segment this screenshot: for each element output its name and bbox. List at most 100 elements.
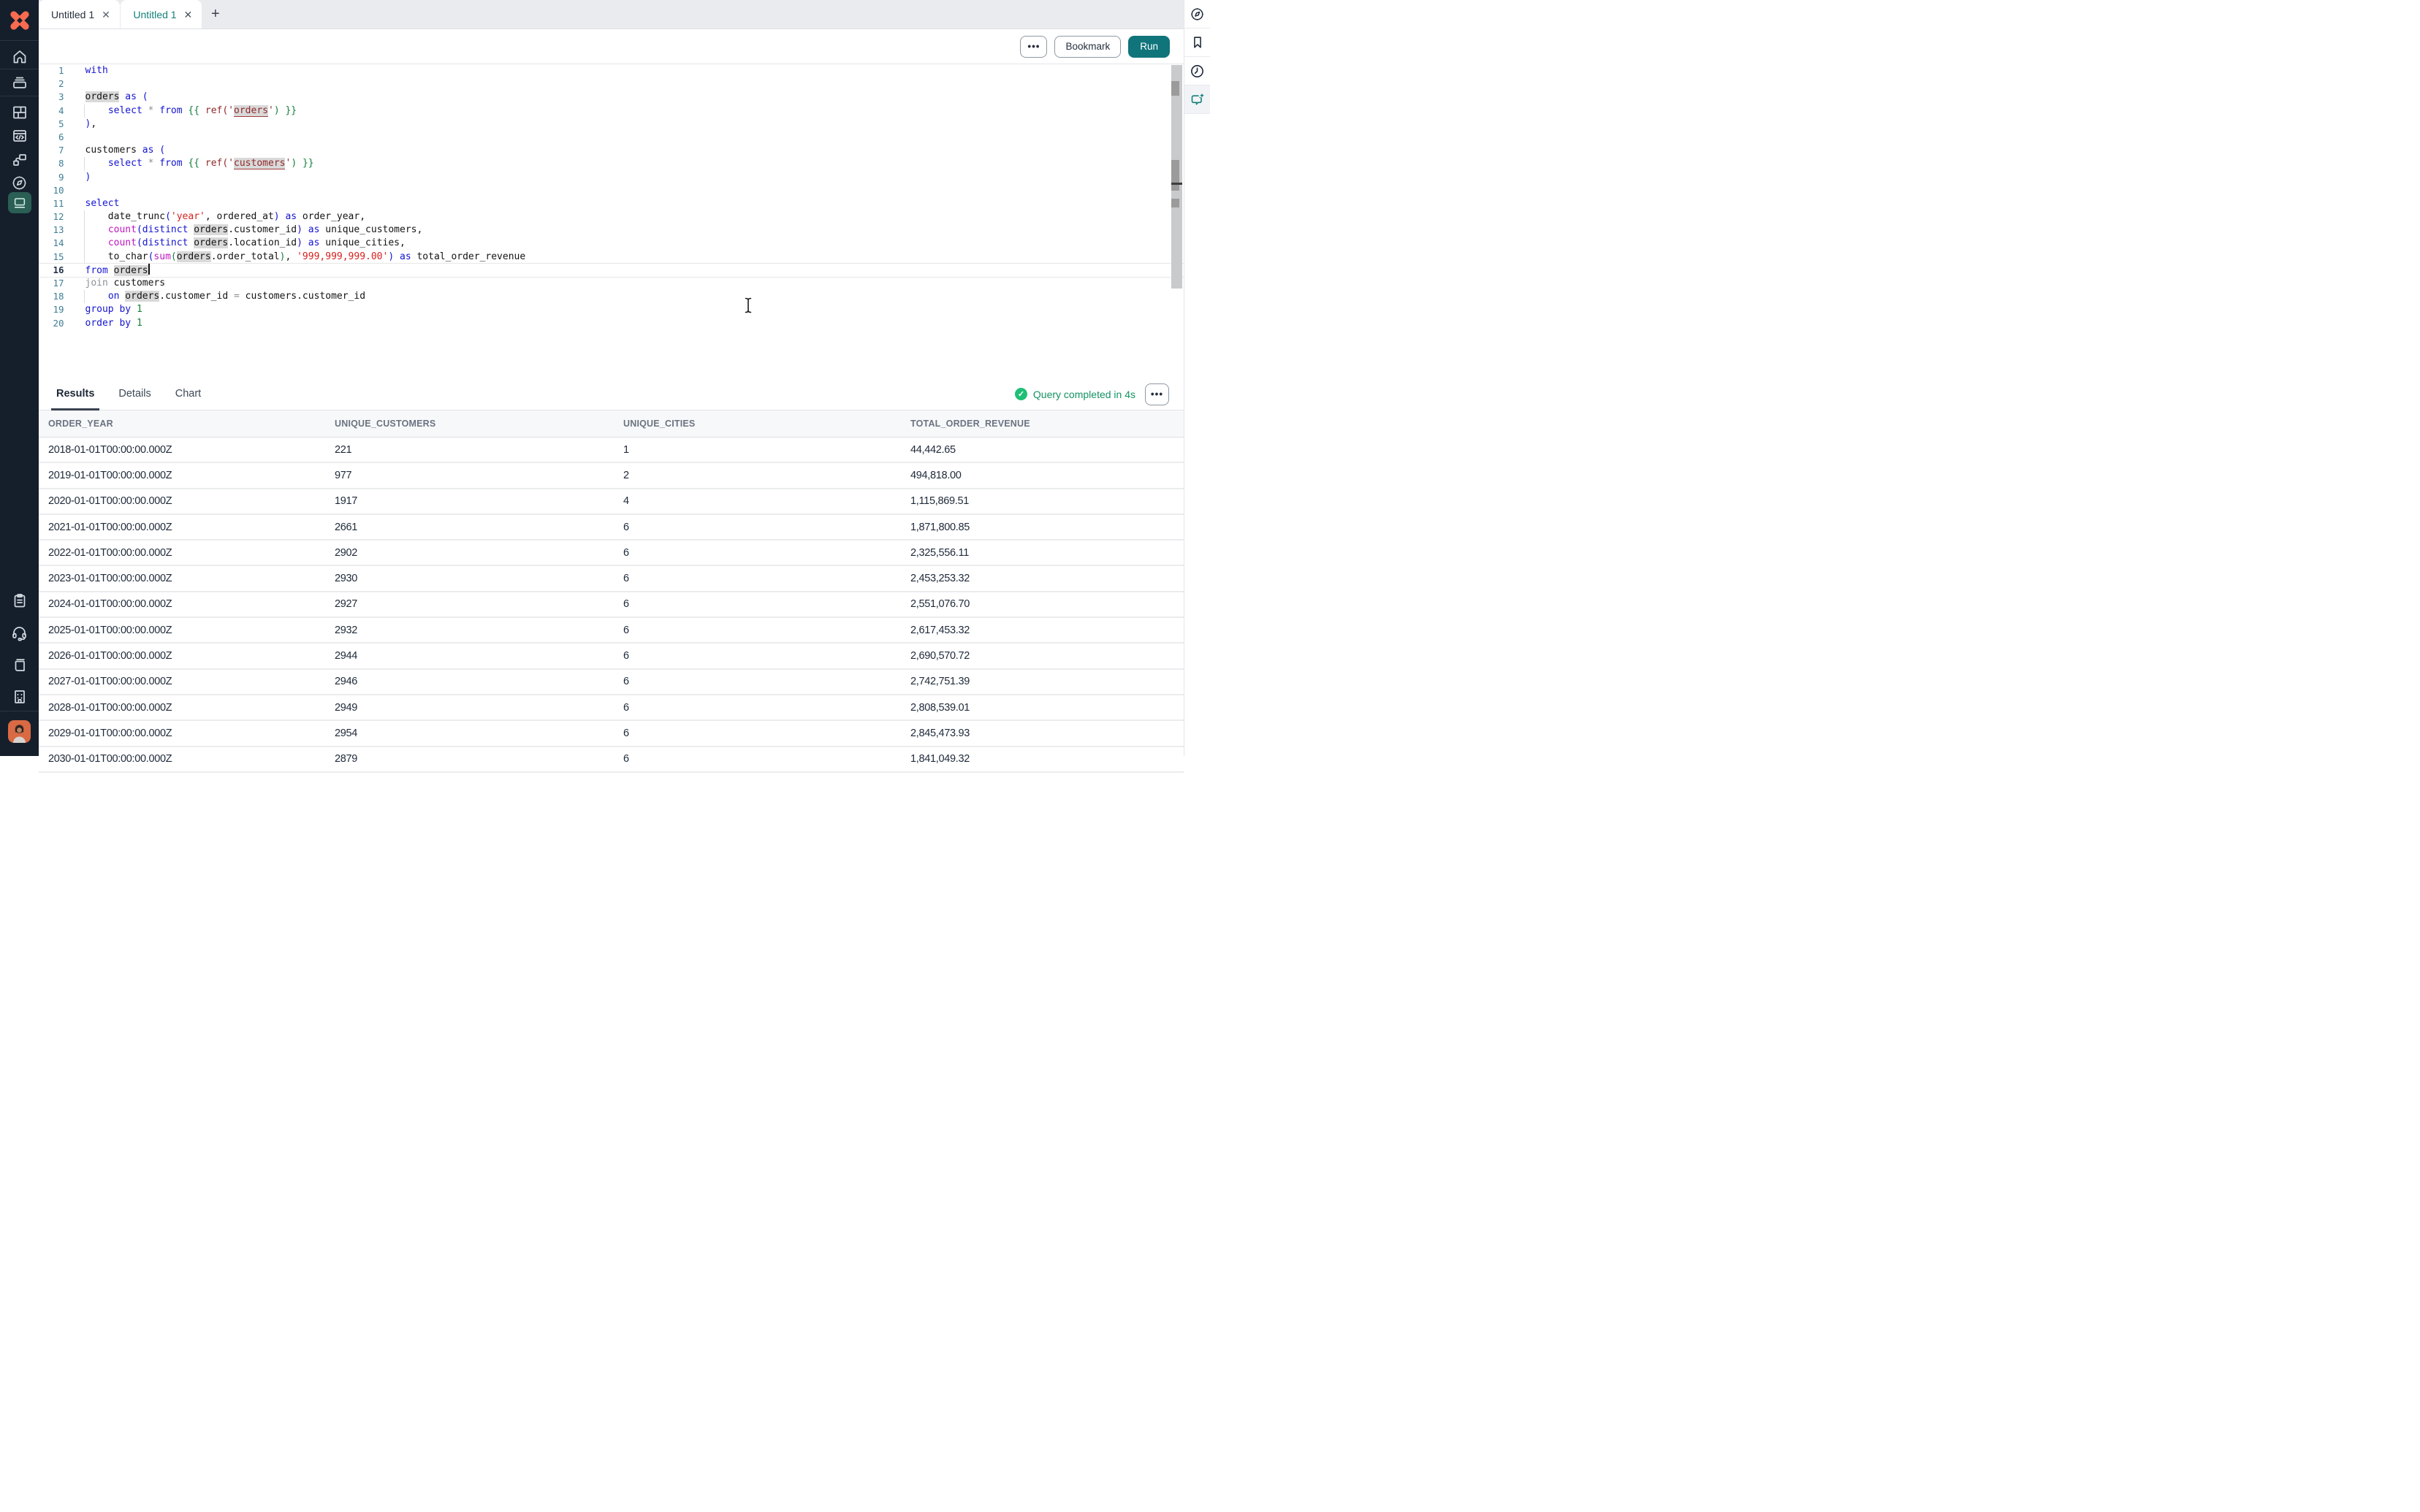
code-line-14[interactable]: 14 count(distinct orders.location_id) as… xyxy=(39,237,1184,250)
table-cell: 2,453,253.32 xyxy=(901,573,1184,584)
line-number: 7 xyxy=(39,144,64,157)
table-cell: 494,818.00 xyxy=(901,470,1184,481)
code-line-18[interactable]: 18 on orders.customer_id = customers.cus… xyxy=(39,290,1184,303)
code-line-17[interactable]: 17join customers xyxy=(39,277,1184,290)
table-row[interactable]: 2021-01-01T00:00:00.000Z266161,871,800.8… xyxy=(39,515,1184,541)
table-cell: 6 xyxy=(614,702,901,714)
table-cell: 1,841,049.32 xyxy=(901,753,1184,765)
editor-scrollbar[interactable] xyxy=(1171,65,1182,289)
code-line-12[interactable]: 12 date_trunc('year', ordered_at) as ord… xyxy=(39,210,1184,224)
app-logo[interactable] xyxy=(0,0,39,41)
text-caret xyxy=(148,264,150,275)
table-cell: 44,442.65 xyxy=(901,444,1184,456)
sidebar-item-support[interactable] xyxy=(0,621,39,644)
app-window: Untitled 1 ✕ Untitled 1 ✕ + ••• Bookmark… xyxy=(0,0,1210,756)
code-line-11[interactable]: 11select xyxy=(39,197,1184,210)
more-options-button[interactable]: ••• xyxy=(1020,36,1047,58)
code-line-5[interactable]: 5), xyxy=(39,118,1184,131)
table-row[interactable]: 2018-01-01T00:00:00.000Z221144,442.65 xyxy=(39,438,1184,463)
code-line-1[interactable]: 1with xyxy=(39,64,1184,77)
bookmark-button[interactable]: Bookmark xyxy=(1054,36,1121,58)
column-header-unique-cities[interactable]: UNIQUE_CITIES xyxy=(614,419,901,429)
table-row[interactable]: 2028-01-01T00:00:00.000Z294962,808,539.0… xyxy=(39,695,1184,721)
sql-code-editor[interactable]: 1with23orders as (4 select * from {{ ref… xyxy=(39,64,1184,378)
tab-untitled-1[interactable]: Untitled 1 ✕ xyxy=(39,0,120,28)
table-row[interactable]: 2024-01-01T00:00:00.000Z292762,551,076.7… xyxy=(39,592,1184,618)
right-item-history[interactable] xyxy=(1184,57,1210,85)
avatar xyxy=(8,720,31,743)
sidebar-item-catalog[interactable] xyxy=(0,172,39,193)
table-cell: 2932 xyxy=(325,625,614,636)
table-cell: 2,325,556.11 xyxy=(901,547,1184,559)
table-cell: 6 xyxy=(614,625,901,636)
sidebar-item-terminal[interactable] xyxy=(0,191,39,213)
results-more-button[interactable]: ••• xyxy=(1145,383,1169,405)
sidebar-item-home[interactable] xyxy=(0,45,39,69)
code-line-19[interactable]: 19group by 1 xyxy=(39,303,1184,316)
line-number: 11 xyxy=(39,197,64,210)
code-line-3[interactable]: 3orders as ( xyxy=(39,91,1184,104)
results-table-header: ORDER_YEAR UNIQUE_CUSTOMERS UNIQUE_CITIE… xyxy=(39,411,1184,438)
user-avatar[interactable] xyxy=(0,719,39,743)
table-row[interactable]: 2027-01-01T00:00:00.000Z294662,742,751.3… xyxy=(39,670,1184,695)
sidebar-item-organization[interactable] xyxy=(0,685,39,709)
table-cell: 2019-01-01T00:00:00.000Z xyxy=(39,470,325,481)
right-sidebar xyxy=(1184,0,1210,756)
tab-chart[interactable]: Chart xyxy=(175,378,201,411)
column-header-order-year[interactable]: ORDER_YEAR xyxy=(39,419,325,429)
line-number: 17 xyxy=(39,277,64,290)
tab-results[interactable]: Results xyxy=(56,378,94,411)
code-line-20[interactable]: 20order by 1 xyxy=(39,317,1184,330)
table-cell: 2,808,539.01 xyxy=(901,702,1184,714)
code-line-13[interactable]: 13 count(distinct orders.customer_id) as… xyxy=(39,224,1184,237)
right-item-ai-assistant[interactable] xyxy=(1184,85,1210,114)
table-cell: 977 xyxy=(325,470,614,481)
code-line-7[interactable]: 7customers as ( xyxy=(39,144,1184,157)
table-row[interactable]: 2025-01-01T00:00:00.000Z293262,617,453.3… xyxy=(39,618,1184,644)
column-header-total-order-revenue[interactable]: TOTAL_ORDER_REVENUE xyxy=(901,419,1184,429)
close-tab-icon[interactable]: ✕ xyxy=(184,9,193,20)
tab-untitled-1-active[interactable]: Untitled 1 ✕ xyxy=(121,0,202,28)
editor-tabbar: Untitled 1 ✕ Untitled 1 ✕ + xyxy=(39,0,1184,29)
code-line-16[interactable]: 16from orders xyxy=(39,264,1184,277)
line-number: 19 xyxy=(39,303,64,316)
sidebar-item-docs[interactable] xyxy=(0,653,39,676)
code-line-2[interactable]: 2 xyxy=(39,77,1184,91)
table-cell: 6 xyxy=(614,573,901,584)
sidebar-item-dashboards[interactable] xyxy=(0,102,39,123)
tab-label: Untitled 1 xyxy=(51,9,94,20)
column-header-unique-customers[interactable]: UNIQUE_CUSTOMERS xyxy=(325,419,614,429)
sidebar-item-inbox[interactable] xyxy=(0,71,39,94)
table-cell: 2,690,570.72 xyxy=(901,650,1184,662)
code-line-4[interactable]: 4 select * from {{ ref('orders') }} xyxy=(39,104,1184,118)
active-nav-highlight xyxy=(8,192,31,213)
sidebar-item-lineage[interactable] xyxy=(0,149,39,169)
table-row[interactable]: 2023-01-01T00:00:00.000Z293062,453,253.3… xyxy=(39,566,1184,592)
code-line-10[interactable]: 10 xyxy=(39,184,1184,197)
table-cell: 2030-01-01T00:00:00.000Z xyxy=(39,753,325,765)
right-item-bookmarks[interactable] xyxy=(1184,28,1210,57)
code-line-8[interactable]: 8 select * from {{ ref('customers') }} xyxy=(39,157,1184,170)
table-row[interactable]: 2030-01-01T00:00:00.000Z287961,841,049.3… xyxy=(39,747,1184,773)
close-tab-icon[interactable]: ✕ xyxy=(102,9,110,20)
code-line-15[interactable]: 15 to_char(sum(orders.order_total), '999… xyxy=(39,251,1184,264)
table-cell: 2,617,453.32 xyxy=(901,625,1184,636)
line-number: 14 xyxy=(39,237,64,250)
table-cell: 2028-01-01T00:00:00.000Z xyxy=(39,702,325,714)
table-cell: 1917 xyxy=(325,495,614,507)
table-row[interactable]: 2022-01-01T00:00:00.000Z290262,325,556.1… xyxy=(39,541,1184,566)
table-cell: 2026-01-01T00:00:00.000Z xyxy=(39,650,325,662)
right-item-discover[interactable] xyxy=(1184,0,1210,28)
sidebar-item-tasks[interactable] xyxy=(0,589,39,612)
sidebar-item-code-ide[interactable] xyxy=(0,126,39,146)
new-tab-button[interactable]: + xyxy=(203,0,228,28)
table-row[interactable]: 2020-01-01T00:00:00.000Z191741,115,869.5… xyxy=(39,489,1184,515)
code-line-9[interactable]: 9) xyxy=(39,171,1184,184)
table-row[interactable]: 2019-01-01T00:00:00.000Z9772494,818.00 xyxy=(39,463,1184,489)
run-button[interactable]: Run xyxy=(1128,36,1170,58)
table-row[interactable]: 2026-01-01T00:00:00.000Z294462,690,570.7… xyxy=(39,644,1184,669)
code-line-6[interactable]: 6 xyxy=(39,131,1184,144)
tab-details[interactable]: Details xyxy=(118,378,151,411)
table-cell: 6 xyxy=(614,650,901,662)
table-row[interactable]: 2029-01-01T00:00:00.000Z295462,845,473.9… xyxy=(39,721,1184,747)
